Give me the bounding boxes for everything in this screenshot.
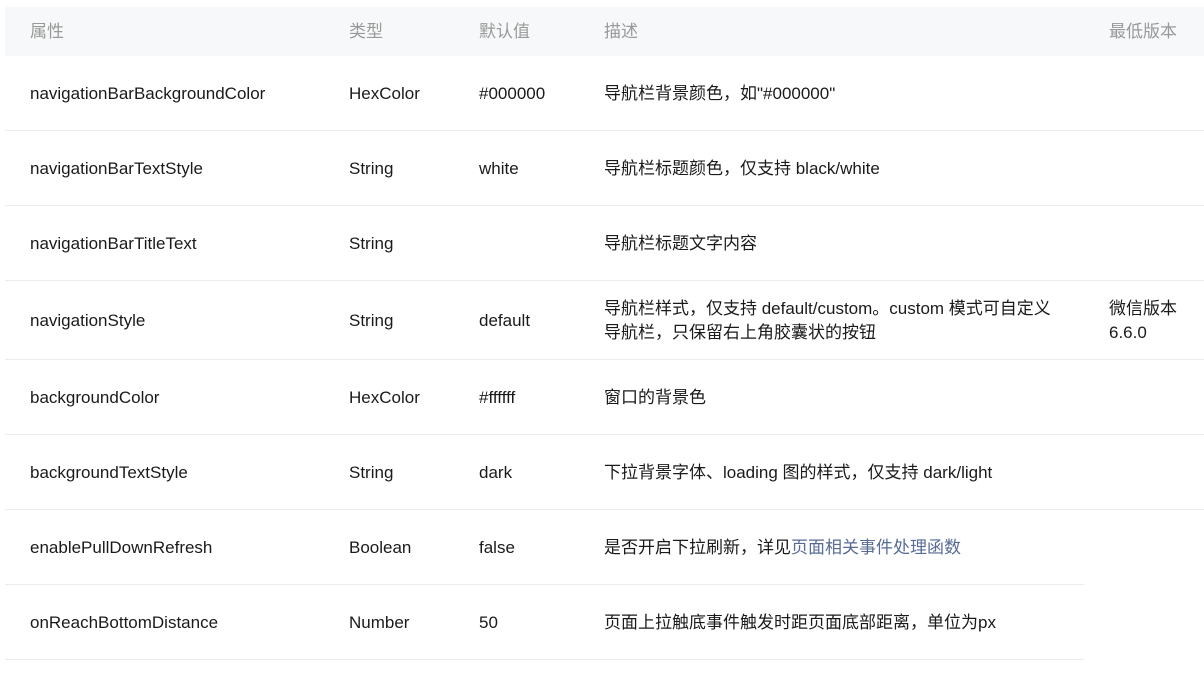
- cell-property: enablePullDownRefresh: [30, 537, 213, 557]
- cell-default: false: [479, 537, 515, 557]
- cell-default: white: [479, 158, 519, 178]
- header-default: 默认值: [479, 21, 530, 41]
- cell-type: String: [349, 158, 394, 178]
- cell-type: Number: [349, 612, 410, 632]
- cell-type: String: [349, 310, 394, 330]
- table-row: navigationStyle String default 导航栏样式，仅支持…: [5, 281, 1204, 360]
- cell-description: 窗口的背景色: [604, 387, 706, 407]
- header-property: 属性: [30, 21, 64, 41]
- cell-property: navigationBarTextStyle: [30, 158, 203, 178]
- cell-description: 下拉背景字体、loading 图的样式，仅支持 dark/light: [604, 462, 993, 482]
- cell-property: navigationBarTitleText: [30, 233, 197, 253]
- cell-description: 页面上拉触底事件触发时距页面底部距离，单位为px: [604, 612, 996, 632]
- cell-default: #000000: [479, 83, 546, 103]
- cell-property: onReachBottomDistance: [30, 612, 219, 632]
- cell-description: 是否开启下拉刷新，详见页面相关事件处理函数: [579, 536, 1084, 560]
- table-row: onReachBottomDistance Number 50 页面上拉触底事件…: [5, 585, 1204, 660]
- cell-type: String: [349, 233, 394, 253]
- table-header: 属性 类型 默认值 描述 最低版本: [5, 7, 1204, 56]
- cell-default: dark: [479, 462, 513, 482]
- cell-description: 导航栏背景颜色，如"#000000": [604, 83, 836, 103]
- cell-property: backgroundTextStyle: [30, 462, 188, 482]
- cell-default: 50: [479, 612, 498, 632]
- table-row: navigationBarTitleText String 导航栏标题文字内容: [5, 206, 1204, 281]
- page-event-handlers-link[interactable]: 页面相关事件处理函数: [791, 538, 961, 557]
- header-min-version: 最低版本: [1109, 21, 1177, 41]
- config-table: 属性 类型 默认值 描述 最低版本 navigationBarBackgroun…: [5, 7, 1204, 660]
- cell-description: 导航栏标题颜色，仅支持 black/white: [604, 158, 880, 178]
- table-row: backgroundTextStyle String dark 下拉背景字体、l…: [5, 435, 1204, 510]
- cell-type: Boolean: [349, 537, 412, 557]
- cell-description: 导航栏标题文字内容: [604, 233, 757, 253]
- table-row: navigationBarTextStyle String white 导航栏标…: [5, 131, 1204, 206]
- table-row: enablePullDownRefresh Boolean false 是否开启…: [5, 510, 1204, 585]
- cell-type: HexColor: [349, 83, 420, 103]
- table-row: backgroundColor HexColor #ffffff 窗口的背景色: [5, 360, 1204, 435]
- cell-property: navigationBarBackgroundColor: [30, 83, 266, 103]
- cell-property: backgroundColor: [30, 387, 160, 407]
- cell-default: #ffffff: [479, 387, 516, 407]
- table-row: navigationBarBackgroundColor HexColor #0…: [5, 56, 1204, 131]
- cell-default: default: [479, 310, 531, 330]
- header-type: 类型: [349, 21, 383, 41]
- header-description: 描述: [604, 21, 638, 41]
- cell-version: 微信版本 6.6.0: [1109, 298, 1177, 342]
- cell-property: navigationStyle: [30, 310, 146, 330]
- cell-type: HexColor: [349, 387, 420, 407]
- cell-description: 导航栏样式，仅支持 default/custom。custom 模式可自定义导航…: [604, 298, 1051, 342]
- description-text: 是否开启下拉刷新，详见: [604, 537, 791, 557]
- cell-type: String: [349, 462, 394, 482]
